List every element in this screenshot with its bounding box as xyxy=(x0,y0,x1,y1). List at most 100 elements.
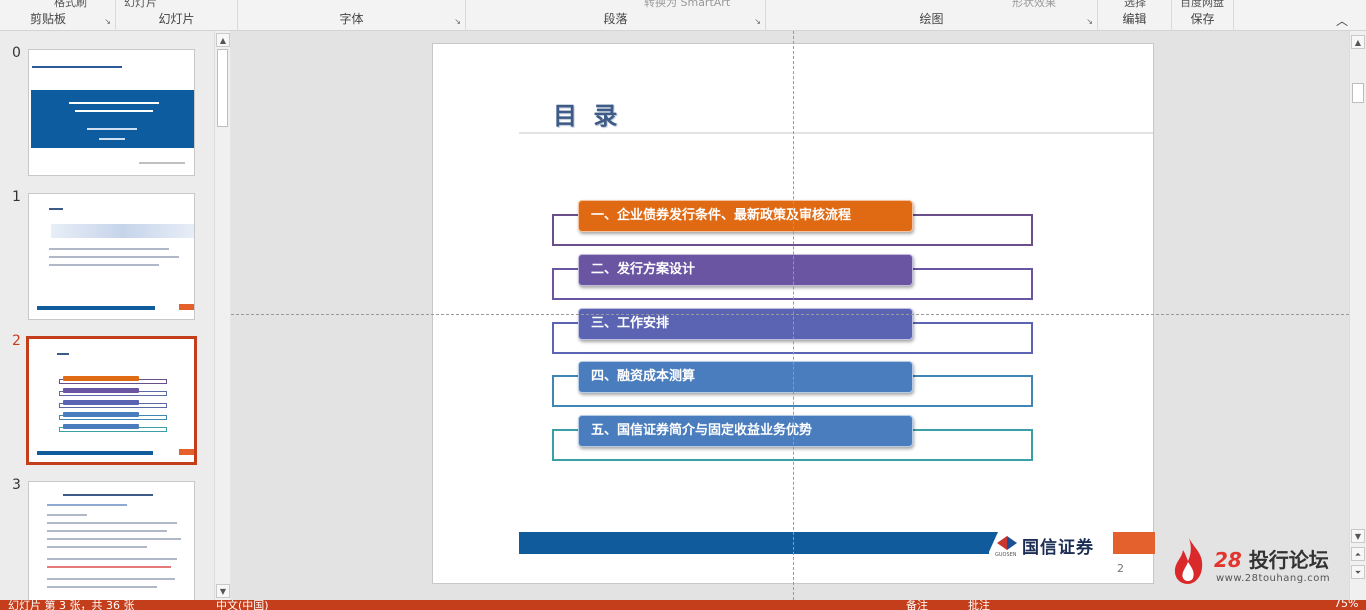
select-button[interactable]: 选择 xyxy=(1124,0,1146,10)
canvas-scrollbar[interactable]: ▲ ▼ ⏶ ⏷ xyxy=(1349,31,1366,600)
scrollbar-thumb[interactable] xyxy=(1352,83,1364,103)
thumbnail-text-line xyxy=(75,110,153,112)
ribbon-group-label: 保存 xyxy=(1190,12,1215,26)
thumbnail-text-line xyxy=(49,264,159,266)
thumbnail-text-line xyxy=(69,102,159,104)
toc-item-5[interactable]: 五、国信证券简介与固定收益业务优势 xyxy=(578,415,913,447)
logo-text: 国信证券 xyxy=(1022,538,1094,558)
toc-item-4[interactable]: 四、融资成本测算 xyxy=(578,361,913,393)
thumbnail-scrollbar[interactable]: ▲ ▼ xyxy=(214,31,230,600)
toc-item-1[interactable]: 一、企业债券发行条件、最新政策及审核流程 xyxy=(578,200,913,232)
ribbon-group-font: 字体 ↘ xyxy=(238,0,466,31)
thumbnail-text-line xyxy=(47,586,157,588)
dialog-launcher-icon[interactable]: ↘ xyxy=(754,17,761,26)
slide-count: 幻灯片 第 3 张，共 36 张 xyxy=(8,600,135,610)
thumbnail-text-line xyxy=(63,494,153,496)
ribbon-group-label: 段落 xyxy=(603,12,628,26)
ribbon: 格式刷 剪贴板 ↘ 幻灯片 幻灯片 字体 ↘ 转换为 SmartArt 段落 ↘… xyxy=(0,0,1366,31)
ribbon-group-label: 剪贴板 xyxy=(30,12,67,26)
title-divider xyxy=(519,132,1153,134)
format-painter-button[interactable]: 格式刷 xyxy=(54,0,87,10)
scroll-up-icon[interactable]: ▲ xyxy=(1351,35,1365,49)
ribbon-group-label: 幻灯片 xyxy=(158,12,195,26)
new-slide-button[interactable]: 幻灯片 xyxy=(124,0,157,10)
thumbnail-text-line xyxy=(47,504,127,506)
thumbnail-text-line xyxy=(47,578,175,580)
ribbon-group-label: 字体 xyxy=(339,12,364,26)
thumbnail-footer-accent xyxy=(179,304,194,310)
watermark-number: 28 xyxy=(1214,548,1242,572)
ribbon-group-drawing: 形状效果 绘图 ↘ xyxy=(766,0,1098,31)
thumbnail-number: 2 xyxy=(12,333,21,349)
slide-thumbnail-1[interactable] xyxy=(28,193,195,320)
ribbon-group-slides: 幻灯片 幻灯片 xyxy=(116,0,238,31)
guosen-logo-icon xyxy=(997,536,1017,550)
thumbnail-header-line xyxy=(32,66,122,68)
scroll-up-icon[interactable]: ▲ xyxy=(216,33,230,47)
ribbon-group-editing: 选择 编辑 xyxy=(1098,0,1172,31)
ribbon-group-clipboard: 格式刷 剪贴板 ↘ xyxy=(0,0,116,31)
thumbnail-toc-bar xyxy=(63,388,139,393)
thumbnail-number: 3 xyxy=(12,477,21,493)
thumbnail-text-line xyxy=(87,128,137,130)
thumbnail-text-line xyxy=(57,353,69,355)
thumbnail-text-line xyxy=(47,538,181,540)
slide-thumbnail-3[interactable] xyxy=(28,481,195,600)
chevron-up-icon[interactable]: ︿ xyxy=(1336,12,1348,29)
thumbnail-text-line xyxy=(49,208,63,210)
ribbon-group-paragraph: 转换为 SmartArt 段落 ↘ xyxy=(466,0,766,31)
baidu-netdisk-button[interactable]: 百度网盘 xyxy=(1180,0,1224,10)
thumbnail-text-line xyxy=(99,138,125,140)
thumbnail-number: 0 xyxy=(12,45,21,61)
thumbnail-text-line xyxy=(49,256,179,258)
notes-button[interactable]: 备注 xyxy=(906,600,928,610)
next-slide-icon[interactable]: ⏷ xyxy=(1351,565,1365,579)
footer-accent xyxy=(1113,532,1155,554)
comments-button[interactable]: 批注 xyxy=(968,600,990,610)
thumbnail-text-line xyxy=(49,248,169,250)
thumbnail-toc-bar xyxy=(63,424,139,429)
watermark-title: 28 投行论坛 xyxy=(1214,544,1329,573)
status-bar: 幻灯片 第 3 张，共 36 张 中文(中国) 备注 批注 75% xyxy=(0,600,1366,610)
slide-thumbnail-pane: 0 1 2 3 xyxy=(0,31,214,600)
forum-watermark: 28 投行论坛 www.28touhang.com xyxy=(1170,534,1350,590)
toc-item-3[interactable]: 三、工作安排 xyxy=(578,308,913,340)
watermark-url: www.28touhang.com xyxy=(1216,573,1331,584)
slide-thumbnail-2[interactable] xyxy=(26,336,197,465)
thumbnail-number: 1 xyxy=(12,189,21,205)
thumbnail-text-line xyxy=(47,566,171,568)
thumbnail-text-line xyxy=(139,162,185,164)
dialog-launcher-icon[interactable]: ↘ xyxy=(104,17,111,26)
thumbnail-toc-bar xyxy=(63,400,139,405)
convert-smartart-button[interactable]: 转换为 SmartArt xyxy=(644,0,730,10)
logo-subtitle: GUOSEN xyxy=(995,552,1017,558)
ribbon-group-save: 百度网盘 保存 xyxy=(1172,0,1234,31)
slide-title[interactable]: 目 录 xyxy=(553,96,621,131)
thumbnail-text-line xyxy=(47,530,167,532)
thumbnail-footer-accent xyxy=(179,449,194,455)
scrollbar-thumb[interactable] xyxy=(217,49,228,127)
flame-logo-icon xyxy=(1174,538,1203,584)
shape-effects-button[interactable]: 形状效果 xyxy=(1012,0,1056,10)
toc-item-2[interactable]: 二、发行方案设计 xyxy=(578,254,913,286)
thumbnail-text-line xyxy=(47,514,87,516)
zoom-level[interactable]: 75% xyxy=(1334,600,1358,610)
slide-thumbnail-0[interactable] xyxy=(28,49,195,176)
horizontal-guide[interactable] xyxy=(231,314,1349,315)
thumbnail-footer-bar xyxy=(37,451,153,455)
thumbnail-toc-bar xyxy=(63,412,139,417)
scroll-down-icon[interactable]: ▼ xyxy=(216,584,230,598)
slide-editing-canvas[interactable]: 目 录 一、企业债券发行条件、最新政策及审核流程 二、发行方案设计 三、工作安排… xyxy=(231,31,1349,600)
vertical-guide[interactable] xyxy=(793,31,794,600)
watermark-text: 投行论坛 xyxy=(1248,548,1329,572)
ribbon-group-label: 编辑 xyxy=(1122,12,1147,26)
dialog-launcher-icon[interactable]: ↘ xyxy=(454,17,461,26)
thumbnail-text-line xyxy=(47,522,177,524)
scroll-down-icon[interactable]: ▼ xyxy=(1351,529,1365,543)
footer-bar xyxy=(519,532,989,554)
language-indicator[interactable]: 中文(中国) xyxy=(216,600,269,610)
thumbnail-text-line xyxy=(47,546,147,548)
previous-slide-icon[interactable]: ⏶ xyxy=(1351,547,1365,561)
thumbnail-footer-bar xyxy=(37,306,155,310)
dialog-launcher-icon[interactable]: ↘ xyxy=(1086,17,1093,26)
